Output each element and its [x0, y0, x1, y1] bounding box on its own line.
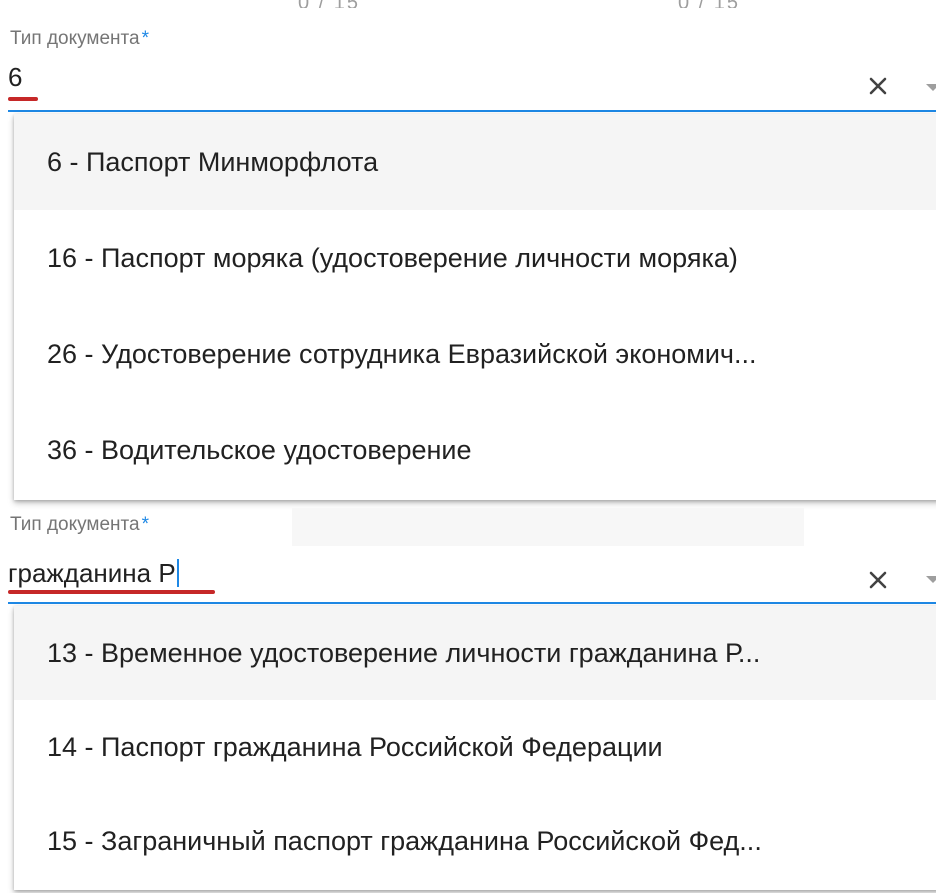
option-item[interactable]: 6 - Паспорт Минморфлота — [14, 114, 936, 210]
field-underline — [8, 110, 936, 112]
chevron-down-icon[interactable] — [926, 84, 936, 91]
chevron-down-icon[interactable] — [926, 576, 936, 583]
char-counter-2: 0 / 15 — [678, 0, 740, 8]
option-item[interactable]: 13 - Временное удостоверение личности гр… — [14, 606, 936, 700]
required-mark: * — [141, 28, 150, 49]
field-label: Тип документа * — [10, 514, 150, 535]
clear-icon[interactable] — [864, 566, 892, 594]
options-menu-1: 6 - Паспорт Минморфлота 16 - Паспорт мор… — [14, 114, 936, 500]
field-label: Тип документа * — [10, 28, 150, 49]
clear-icon[interactable] — [864, 72, 892, 100]
annotation-underline — [8, 97, 38, 101]
char-counter-1: 0 / 15 — [298, 0, 360, 8]
document-type-input[interactable]: 6 — [8, 62, 22, 92]
option-item[interactable]: 36 - Водительское удостоверение — [14, 402, 936, 498]
option-item[interactable]: 15 - Заграничный паспорт гражданина Росс… — [14, 794, 936, 888]
field-underline — [8, 602, 936, 604]
document-type-input[interactable]: гражданина Р — [8, 558, 179, 588]
background-strip — [292, 508, 804, 546]
option-item[interactable]: 16 - Паспорт моряка (удостоверение лично… — [14, 210, 936, 306]
option-item[interactable]: 26 - Удостоверение сотрудника Евразийско… — [14, 306, 936, 402]
annotation-underline — [8, 590, 215, 594]
required-mark: * — [141, 514, 150, 535]
text-caret — [176, 559, 179, 587]
option-item[interactable]: 14 - Паспорт гражданина Российской Федер… — [14, 700, 936, 794]
options-menu-2: 13 - Временное удостоверение личности гр… — [14, 606, 936, 890]
